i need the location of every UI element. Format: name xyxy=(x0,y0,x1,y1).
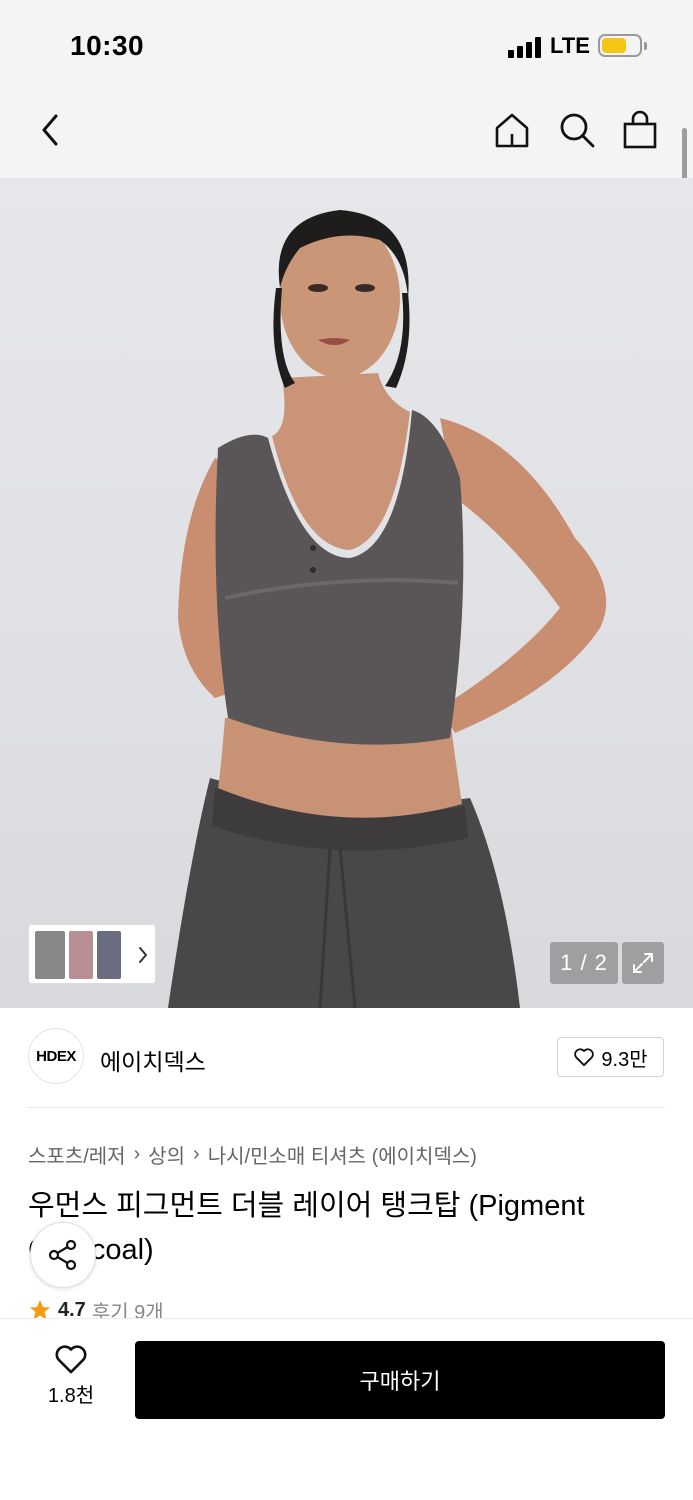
bottom-action-bar: 1.8천 구매하기 xyxy=(0,1318,693,1500)
network-label: LTE xyxy=(550,33,590,58)
heart-icon xyxy=(574,1048,595,1067)
thumbnail-2[interactable] xyxy=(69,931,93,979)
top-nav xyxy=(0,88,693,178)
breadcrumb-item-1[interactable]: 스포츠/레저 xyxy=(28,1140,126,1169)
thumbnail-next-button[interactable] xyxy=(133,941,153,969)
shopping-bag-icon xyxy=(623,110,657,149)
cart-button[interactable] xyxy=(618,108,662,152)
image-counter: 1 / 2 xyxy=(550,942,618,984)
status-time: 10:30 xyxy=(70,30,145,61)
breadcrumb-item-2[interactable]: 상의 xyxy=(148,1140,185,1169)
status-bar: 10:30 LTE xyxy=(0,0,693,88)
wishlist-button[interactable]: 1.8천 xyxy=(34,1343,108,1413)
wishlist-count: 1.8천 xyxy=(47,1385,95,1407)
product-image[interactable]: 1 / 2 xyxy=(0,178,693,1008)
heart-icon xyxy=(55,1345,87,1374)
battery-icon xyxy=(598,34,642,57)
brand-logo[interactable]: HDEX xyxy=(28,1028,84,1084)
search-button[interactable] xyxy=(555,108,599,152)
chevron-right-icon xyxy=(139,947,147,963)
home-button[interactable] xyxy=(490,108,534,152)
product-title: 우먼스 피그먼트 더블 레이어 탱크탑 (Pigment Charcoal) xyxy=(28,1190,585,1266)
brand-like-count: 9.3만 xyxy=(601,1048,648,1071)
thumbnail-3[interactable] xyxy=(97,931,121,979)
breadcrumb-item-3[interactable]: 나시/민소매 티셔츠 (에이치덱스) xyxy=(208,1140,477,1169)
battery-cap xyxy=(644,42,647,50)
breadcrumb: 스포츠/레저 › 상의 › 나시/민소매 티셔츠 (에이치덱스) xyxy=(28,1140,477,1169)
brand-name[interactable]: 에이치덱스 xyxy=(100,1043,206,1077)
model-photo xyxy=(168,210,607,1008)
chevron-right-icon: › xyxy=(133,1143,141,1165)
expand-button[interactable] xyxy=(622,942,664,984)
thumbnail-strip[interactable] xyxy=(28,924,156,984)
expand-icon xyxy=(633,953,653,973)
home-icon xyxy=(495,113,529,148)
brand-like-button[interactable]: 9.3만 xyxy=(557,1037,664,1077)
buy-button[interactable]: 구매하기 xyxy=(135,1341,665,1419)
share-button[interactable] xyxy=(30,1222,96,1288)
brand-row[interactable]: HDEX 에이치덱스 9.3만 xyxy=(28,1028,665,1086)
divider xyxy=(28,1107,665,1108)
chevron-left-icon xyxy=(42,114,58,146)
signal-icon xyxy=(508,36,542,58)
back-button[interactable] xyxy=(30,108,70,152)
thumbnail-1[interactable] xyxy=(35,931,65,979)
share-icon xyxy=(48,1239,77,1271)
chevron-right-icon: › xyxy=(193,1143,200,1165)
search-icon xyxy=(560,113,595,148)
